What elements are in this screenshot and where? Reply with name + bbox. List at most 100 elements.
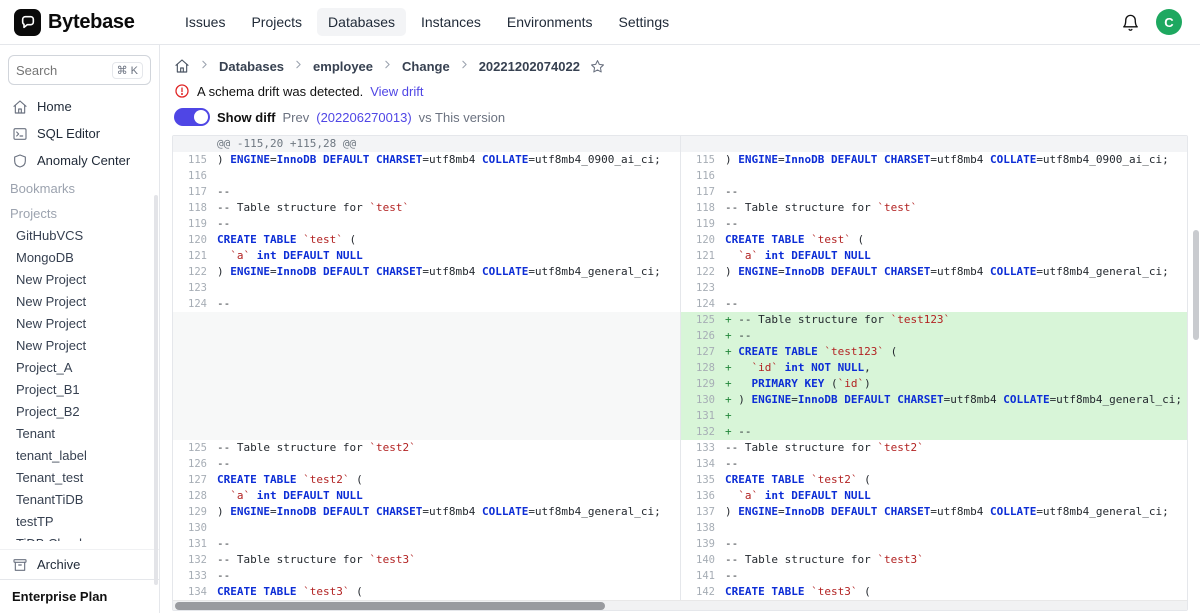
breadcrumb-item-change[interactable]: Change xyxy=(402,59,450,74)
sidebar-item-home[interactable]: Home xyxy=(0,93,159,120)
diff-line: 141-- xyxy=(681,568,1187,584)
diff-line: 140-- Table structure for `test3` xyxy=(681,552,1187,568)
line-code xyxy=(217,376,680,392)
line-code: + PRIMARY KEY (`id`) xyxy=(725,376,1187,392)
line-code xyxy=(725,520,1187,536)
diff-line xyxy=(681,136,1187,152)
line-number: 116 xyxy=(173,168,217,184)
line-number: 132 xyxy=(681,424,725,440)
sidebar-project-project-b2[interactable]: Project_B2 xyxy=(0,400,159,422)
sidebar-section-bookmarks[interactable]: Bookmarks xyxy=(0,174,159,199)
archive-label: Archive xyxy=(37,557,80,572)
sidebar-project-tenant[interactable]: Tenant xyxy=(0,422,159,444)
star-icon[interactable] xyxy=(590,59,605,74)
sidebar-project-new-project[interactable]: New Project xyxy=(0,290,159,312)
search-box[interactable]: ⌘ K xyxy=(8,55,151,85)
avatar[interactable]: C xyxy=(1156,9,1182,35)
diff-line: 128 `a` int DEFAULT NULL xyxy=(173,488,680,504)
top-nav-projects[interactable]: Projects xyxy=(240,8,313,36)
diff-line: 123 xyxy=(173,280,680,296)
line-number: 139 xyxy=(681,536,725,552)
line-code: + -- xyxy=(725,424,1187,440)
diff-line: 118-- Table structure for `test` xyxy=(681,200,1187,216)
line-number: 126 xyxy=(173,456,217,472)
top-nav-databases[interactable]: Databases xyxy=(317,8,406,36)
line-code: + ) ENGINE=InnoDB DEFAULT CHARSET=utf8mb… xyxy=(725,392,1187,408)
chevron-right-icon xyxy=(381,58,394,74)
line-number: 133 xyxy=(681,440,725,456)
sidebar-item-anomaly-center[interactable]: Anomaly Center xyxy=(0,147,159,174)
top-nav-settings[interactable]: Settings xyxy=(608,8,681,36)
sidebar-project-githubvcs[interactable]: GitHubVCS xyxy=(0,224,159,246)
plan-label[interactable]: Enterprise Plan xyxy=(0,580,159,613)
vertical-scrollbar-thumb[interactable] xyxy=(1193,230,1199,340)
sidebar-section-projects[interactable]: Projects xyxy=(0,199,159,224)
top-nav-instances[interactable]: Instances xyxy=(410,8,492,36)
sidebar-scrollbar[interactable] xyxy=(154,195,158,585)
sidebar-project-project-b1[interactable]: Project_B1 xyxy=(0,378,159,400)
top-nav-issues[interactable]: Issues xyxy=(174,8,236,36)
line-code: + xyxy=(725,408,1187,424)
line-code: CREATE TABLE `test2` ( xyxy=(217,472,680,488)
line-code: -- xyxy=(725,456,1187,472)
line-number: 142 xyxy=(681,584,725,600)
line-code: -- Table structure for `test` xyxy=(725,200,1187,216)
line-code: `a` int DEFAULT NULL xyxy=(725,248,1187,264)
sidebar-item-archive[interactable]: Archive xyxy=(0,549,159,579)
brand[interactable]: Bytebase xyxy=(14,9,166,36)
chevron-right-icon xyxy=(458,58,471,74)
sidebar-item-sql-editor[interactable]: SQL Editor xyxy=(0,120,159,147)
horizontal-scrollbar[interactable] xyxy=(173,600,1187,610)
line-code xyxy=(217,392,680,408)
line-code: + -- Table structure for `test123` xyxy=(725,312,1187,328)
diff-line xyxy=(173,312,680,328)
prev-label: Prev xyxy=(283,110,310,125)
line-number: 128 xyxy=(681,360,725,376)
sidebar-project-tenanttidb[interactable]: TenantTiDB xyxy=(0,488,159,510)
notification-bell-icon[interactable] xyxy=(1121,13,1140,32)
sidebar-project-mongodb[interactable]: MongoDB xyxy=(0,246,159,268)
search-input[interactable] xyxy=(16,63,102,78)
line-number: 119 xyxy=(173,216,217,232)
sidebar-project-new-project[interactable]: New Project xyxy=(0,334,159,356)
line-code xyxy=(217,424,680,440)
sidebar-nav: HomeSQL EditorAnomaly CenterBookmarksPro… xyxy=(0,89,159,541)
diff-line: 137) ENGINE=InnoDB DEFAULT CHARSET=utf8m… xyxy=(681,504,1187,520)
diff-line: 119-- xyxy=(173,216,680,232)
line-code: @@ -115,20 +115,28 @@ xyxy=(217,136,680,152)
sidebar-project-tenant-label[interactable]: tenant_label xyxy=(0,444,159,466)
view-drift-link[interactable]: View drift xyxy=(370,84,423,99)
sidebar-project-new-project[interactable]: New Project xyxy=(0,268,159,290)
diff-line: 124-- xyxy=(173,296,680,312)
home-icon[interactable] xyxy=(174,58,190,74)
line-number xyxy=(173,376,217,392)
sidebar-project-tidb-cloud[interactable]: TiDB Cloud xyxy=(0,532,159,541)
breadcrumb-item-20221202074022[interactable]: 20221202074022 xyxy=(479,59,580,74)
line-code: -- xyxy=(217,568,680,584)
sidebar-project-new-project[interactable]: New Project xyxy=(0,312,159,334)
prev-version-link[interactable]: (202206270013) xyxy=(316,110,411,125)
sidebar-project-tenant-test[interactable]: Tenant_test xyxy=(0,466,159,488)
breadcrumb-item-employee[interactable]: employee xyxy=(313,59,373,74)
top-nav-environments[interactable]: Environments xyxy=(496,8,604,36)
line-number: 138 xyxy=(681,520,725,536)
line-code: ) ENGINE=InnoDB DEFAULT CHARSET=utf8mb4 … xyxy=(217,152,680,168)
line-number: 118 xyxy=(681,200,725,216)
line-code xyxy=(217,520,680,536)
show-diff-toggle[interactable] xyxy=(174,108,210,126)
line-number: 115 xyxy=(681,152,725,168)
diff-line: 127+ CREATE TABLE `test123` ( xyxy=(681,344,1187,360)
diff-line xyxy=(173,360,680,376)
line-number: 132 xyxy=(173,552,217,568)
diff-line: 131+ xyxy=(681,408,1187,424)
diff-toggle-row: Show diff Prev (202206270013) vs This ve… xyxy=(160,100,1200,133)
horizontal-scrollbar-thumb[interactable] xyxy=(175,602,605,610)
line-code: CREATE TABLE `test3` ( xyxy=(725,584,1187,600)
diff-line: 130+ ) ENGINE=InnoDB DEFAULT CHARSET=utf… xyxy=(681,392,1187,408)
sidebar: ⌘ K HomeSQL EditorAnomaly CenterBookmark… xyxy=(0,45,160,613)
sidebar-project-project-a[interactable]: Project_A xyxy=(0,356,159,378)
line-code: -- Table structure for `test3` xyxy=(725,552,1187,568)
breadcrumb-item-databases[interactable]: Databases xyxy=(219,59,284,74)
line-number xyxy=(173,312,217,328)
sidebar-project-testtp[interactable]: testTP xyxy=(0,510,159,532)
